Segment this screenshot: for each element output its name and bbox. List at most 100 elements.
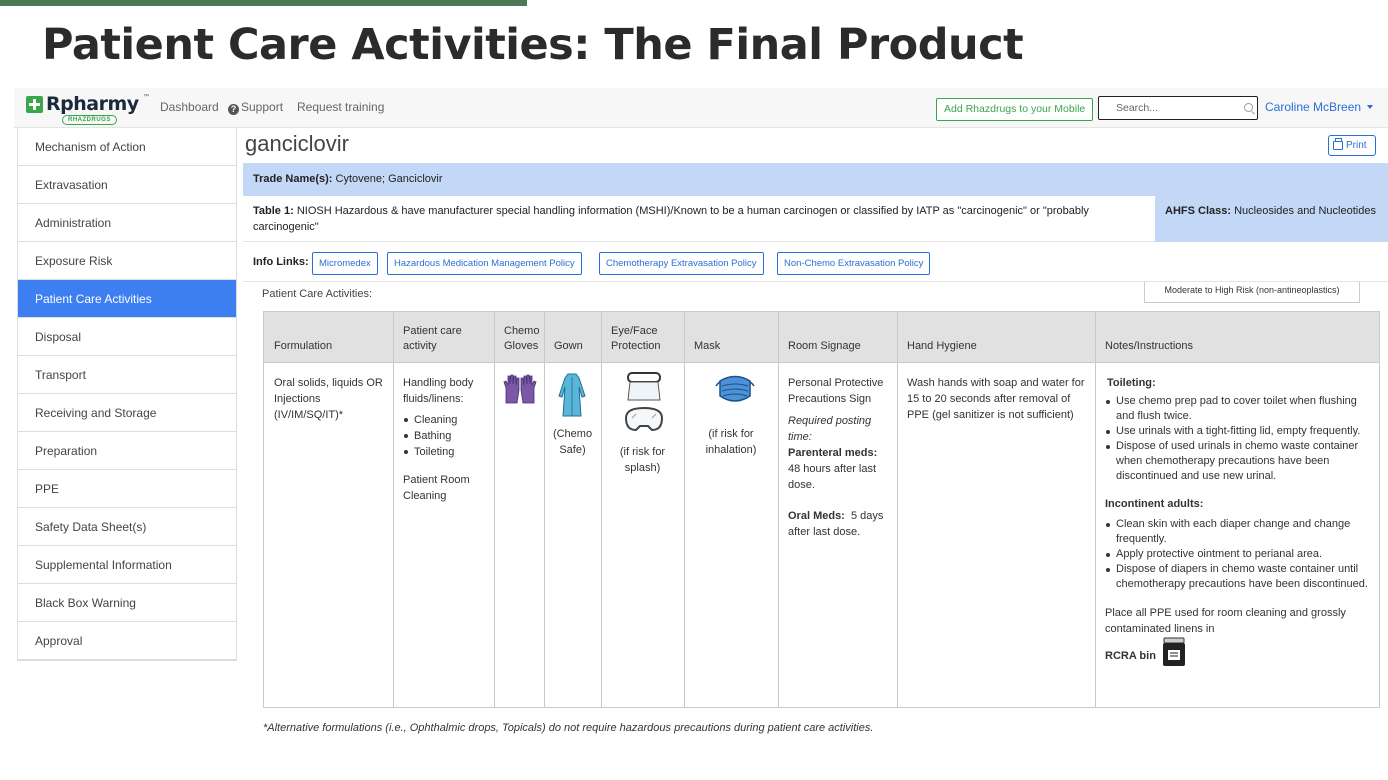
question-circle-icon: ? xyxy=(228,104,239,115)
header-formulation: Formulation xyxy=(274,340,333,352)
plus-cross-icon xyxy=(26,96,43,113)
activity-list: Cleaning Bathing Toileting xyxy=(403,412,489,460)
sidebar-item-supplemental-information[interactable]: Supplemental Information xyxy=(18,546,236,584)
print-label: Print xyxy=(1346,140,1367,151)
add-to-mobile-button[interactable]: Add Rhazdrugs to your Mobile xyxy=(936,98,1094,121)
sidebar-item-receiving-and-storage[interactable]: Receiving and Storage xyxy=(18,394,236,432)
table1-classification: Table 1: NIOSH Hazardous & have manufact… xyxy=(253,203,1143,235)
table-footnote: *Alternative formulations (i.e., Ophthal… xyxy=(263,722,874,734)
face-mask-icon xyxy=(715,375,755,402)
cell-room-signage: Personal Protective Precautions Sign Req… xyxy=(788,375,890,540)
drug-name: ganciclovir xyxy=(245,131,349,156)
ahfs-class: AHFS Class: Nucleosides and Nucleotides xyxy=(1155,196,1388,242)
sidebar-item-disposal[interactable]: Disposal xyxy=(18,318,236,356)
header-eye-face-protection: Eye/Face Protection xyxy=(611,325,661,352)
header-chemo-gloves: Chemo Gloves xyxy=(504,325,540,352)
ahfs-value: Nucleosides and Nucleotides xyxy=(1234,205,1376,217)
risk-level-badge: Moderate to High Risk (non-antineoplasti… xyxy=(1144,282,1360,303)
nav-support[interactable]: ? Support xyxy=(228,100,283,115)
notes-list-item: Dispose of used urinals in chemo waste c… xyxy=(1105,439,1373,484)
sidebar-item-extravasation[interactable]: Extravasation xyxy=(18,166,236,204)
gown-note: (Chemo Safe) xyxy=(552,428,593,456)
patient-care-activities-label: Patient Care Activities: xyxy=(262,288,373,300)
activity-item: Bathing xyxy=(403,428,489,444)
info-links-label: Info Links: xyxy=(253,256,309,268)
sidebar-item-mechanism-of-action[interactable]: Mechanism of Action xyxy=(18,128,236,166)
logo-subtitle: RHAZDRUGS xyxy=(62,115,117,125)
activity-item: Cleaning xyxy=(403,412,489,428)
signage-posting-time: Required posting time: xyxy=(788,415,872,443)
sidebar-item-exposure-risk[interactable]: Exposure Risk xyxy=(18,242,236,280)
column-divider xyxy=(897,312,898,707)
sidebar-item-patient-care-activities[interactable]: Patient Care Activities xyxy=(18,280,236,318)
notes-list-item: Use chemo prep pad to cover toilet when … xyxy=(1105,394,1373,424)
header-room-signage: Room Signage xyxy=(788,340,861,352)
sidebar-item-black-box-warning[interactable]: Black Box Warning xyxy=(18,584,236,622)
table1-row: Table 1: NIOSH Hazardous & have manufact… xyxy=(243,196,1388,242)
column-divider xyxy=(684,312,685,707)
activity-intro: Handling body fluids/linens: xyxy=(403,377,474,405)
table-header-row: Formulation Patient care activity Chemo … xyxy=(264,312,1379,363)
nav-dashboard[interactable]: Dashboard xyxy=(160,100,219,114)
column-divider xyxy=(601,312,602,707)
rcra-bin-icon xyxy=(1162,637,1185,666)
info-links-row: Info Links: Micromedex Hazardous Medicat… xyxy=(243,244,1388,282)
nav-request-training[interactable]: Request training xyxy=(297,100,384,114)
column-divider xyxy=(1095,312,1096,707)
activity-room-cleaning: Patient Room Cleaning xyxy=(403,474,470,502)
column-divider xyxy=(393,312,394,707)
face-shield-goggles-icon xyxy=(624,372,664,432)
search-input[interactable] xyxy=(1099,97,1229,119)
top-navbar: Rpharmy ™ RHAZDRUGS Dashboard ? Support R… xyxy=(14,88,1388,128)
cell-patient-care-activity: Handling body fluids/linens: Cleaning Ba… xyxy=(403,375,489,504)
link-chemotherapy-extravasation-policy[interactable]: Chemotherapy Extravasation Policy xyxy=(599,252,764,275)
nav-support-label: Support xyxy=(241,100,284,114)
header-notes-instructions: Notes/Instructions xyxy=(1105,340,1194,352)
notes-toileting-list: Use chemo prep pad to cover toilet when … xyxy=(1105,394,1373,484)
sidebar-item-approval[interactable]: Approval xyxy=(18,622,236,660)
user-menu[interactable]: Caroline McBreen xyxy=(1265,100,1374,114)
print-button[interactable]: Print xyxy=(1328,135,1376,156)
logo-text: Rpharmy xyxy=(46,93,139,115)
sidebar-item-ppe[interactable]: PPE xyxy=(18,470,236,508)
slide-accent-bar xyxy=(0,0,527,6)
notes-rcra-bin: RCRA bin xyxy=(1105,650,1156,662)
user-name: Caroline McBreen xyxy=(1265,100,1362,114)
sidebar-item-safety-data-sheets[interactable]: Safety Data Sheet(s) xyxy=(18,508,236,546)
notes-incontinent-heading: Incontinent adults: xyxy=(1105,498,1204,510)
notes-list-item: Use urinals with a tight-fitting lid, em… xyxy=(1105,424,1373,439)
app-screenshot: Rpharmy ™ RHAZDRUGS Dashboard ? Support R… xyxy=(14,88,1388,743)
eye-protection-note: (if risk for splash) xyxy=(619,446,666,474)
trade-label: Trade Name(s): xyxy=(253,173,333,185)
table1-label: Table 1: xyxy=(253,205,294,217)
link-micromedex[interactable]: Micromedex xyxy=(312,252,378,275)
column-divider xyxy=(778,312,779,707)
signage-parenteral-value: 48 hours after last dose. xyxy=(788,463,877,491)
chemo-gloves-icon xyxy=(503,374,537,404)
sidebar-nav: Mechanism of Action Extravasation Admini… xyxy=(17,128,237,661)
sidebar-item-preparation[interactable]: Preparation xyxy=(18,432,236,470)
notes-list-item: Apply protective ointment to perianal ar… xyxy=(1105,547,1373,562)
notes-ppe-text: Place all PPE used for room cleaning and… xyxy=(1105,607,1346,635)
notes-list-item: Clean skin with each diaper change and c… xyxy=(1105,517,1373,547)
link-hazardous-medication-policy[interactable]: Hazardous Medication Management Policy xyxy=(387,252,582,275)
caret-down-icon xyxy=(1367,105,1374,109)
signage-oral-label: Oral Meds: xyxy=(788,510,845,522)
printer-icon xyxy=(1333,138,1343,150)
sidebar-item-administration[interactable]: Administration xyxy=(18,204,236,242)
link-non-chemo-extravasation-policy[interactable]: Non-Chemo Extravasation Policy xyxy=(777,252,931,275)
ahfs-label: AHFS Class: xyxy=(1165,205,1232,217)
search-icon[interactable] xyxy=(1244,103,1253,112)
notes-ppe-disposal: Place all PPE used for room cleaning and… xyxy=(1105,605,1373,667)
gown-icon xyxy=(558,373,586,417)
sidebar-item-transport[interactable]: Transport xyxy=(18,356,236,394)
search-box xyxy=(1098,96,1258,120)
trade-value: Cytovene; Ganciclovir xyxy=(335,173,443,185)
trade-names-row: Trade Name(s): Cytovene; Ganciclovir xyxy=(243,163,1388,196)
cell-formulation: Oral solids, liquids OR Injections (IV/I… xyxy=(274,377,383,421)
column-divider xyxy=(494,312,495,707)
slide-title: Patient Care Activities: The Final Produ… xyxy=(42,20,1024,70)
logo-trademark: ™ xyxy=(143,94,149,100)
rpharmy-logo[interactable]: Rpharmy ™ RHAZDRUGS xyxy=(26,93,152,125)
notes-toileting-heading: Toileting: xyxy=(1107,377,1156,389)
